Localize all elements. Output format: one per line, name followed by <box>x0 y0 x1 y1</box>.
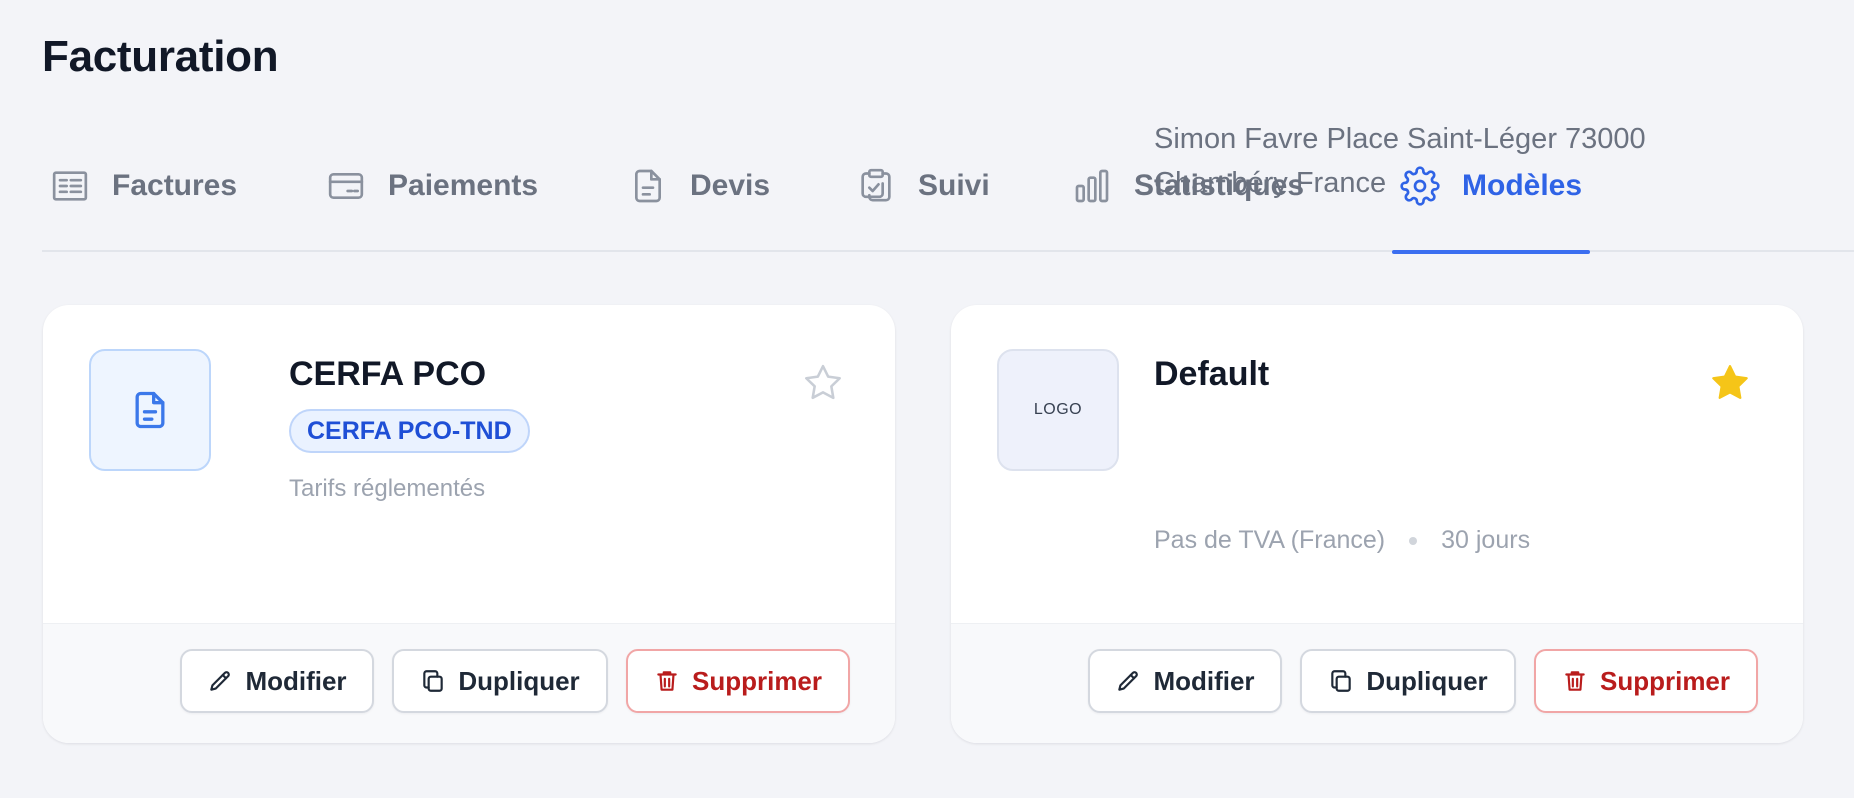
clipboard-check-icon <box>856 166 896 206</box>
template-title: CERFA PCO <box>289 355 487 393</box>
tab-suivi[interactable]: Suivi <box>848 130 998 242</box>
template-address: Simon Favre Place Saint-Léger 73000 Cham… <box>1154 123 1646 199</box>
credit-card-icon <box>326 166 366 206</box>
button-label: Supprimer <box>691 665 823 696</box>
vat-label: Pas de TVA (France) <box>1154 526 1386 554</box>
tab-label: Devis <box>690 169 771 202</box>
button-label: Modifier <box>1153 665 1255 696</box>
tab-label: Suivi <box>918 169 990 202</box>
pencil-icon <box>210 671 231 691</box>
button-label: Modifier <box>245 665 347 696</box>
trash-icon <box>657 671 677 691</box>
edit-button[interactable]: Modifier <box>180 649 374 713</box>
duplicate-button[interactable]: Dupliquer <box>392 649 608 713</box>
favorite-star-icon[interactable] <box>1708 361 1752 405</box>
template-title: Default <box>1154 355 1270 393</box>
duplicate-button[interactable]: Dupliquer <box>1300 649 1516 713</box>
page-title: Facturation <box>42 32 279 81</box>
template-card-cerfa: CERFA PCO CERFA PCO-TND Tarifs réglement… <box>43 305 895 743</box>
tab-factures[interactable]: Factures <box>42 130 245 242</box>
separator-dot <box>1409 536 1418 545</box>
trash-icon <box>1565 671 1585 691</box>
template-card-default: LOGO Default Modifier Dupliquer Supprime… <box>951 305 1803 743</box>
invoice-list-icon <box>50 166 90 206</box>
button-label: Dupliquer <box>458 665 580 696</box>
card-body: LOGO Default <box>951 305 1803 623</box>
tab-label: Paiements <box>388 169 539 202</box>
pencil-icon <box>1118 671 1139 691</box>
copy-icon <box>423 670 444 692</box>
favorite-star-icon[interactable] <box>801 361 845 405</box>
template-subtitle: Tarifs réglementés <box>289 475 486 502</box>
tab-label: Factures <box>112 169 238 202</box>
edit-button[interactable]: Modifier <box>1088 649 1282 713</box>
bar-chart-icon <box>1072 166 1112 206</box>
delete-button[interactable]: Supprimer <box>626 649 850 713</box>
payment-terms: 30 jours <box>1441 526 1531 554</box>
tab-devis[interactable]: Devis <box>620 130 778 242</box>
card-body: CERFA PCO CERFA PCO-TND Tarifs réglement… <box>43 305 895 623</box>
tab-paiements[interactable]: Paiements <box>318 130 546 242</box>
document-icon <box>628 166 668 206</box>
logo-placeholder: LOGO <box>997 349 1119 471</box>
copy-icon <box>1331 670 1352 692</box>
billing-page: Facturation Factures Paiements Devis Sui… <box>0 0 1854 798</box>
template-thumbnail <box>89 349 211 471</box>
delete-button[interactable]: Supprimer <box>1534 649 1758 713</box>
template-badge: CERFA PCO-TND <box>289 409 530 453</box>
document-icon <box>135 391 165 429</box>
template-meta: Pas de TVA (France) 30 jours <box>1154 526 1530 555</box>
button-label: Supprimer <box>1599 665 1731 696</box>
button-label: Dupliquer <box>1366 665 1488 696</box>
